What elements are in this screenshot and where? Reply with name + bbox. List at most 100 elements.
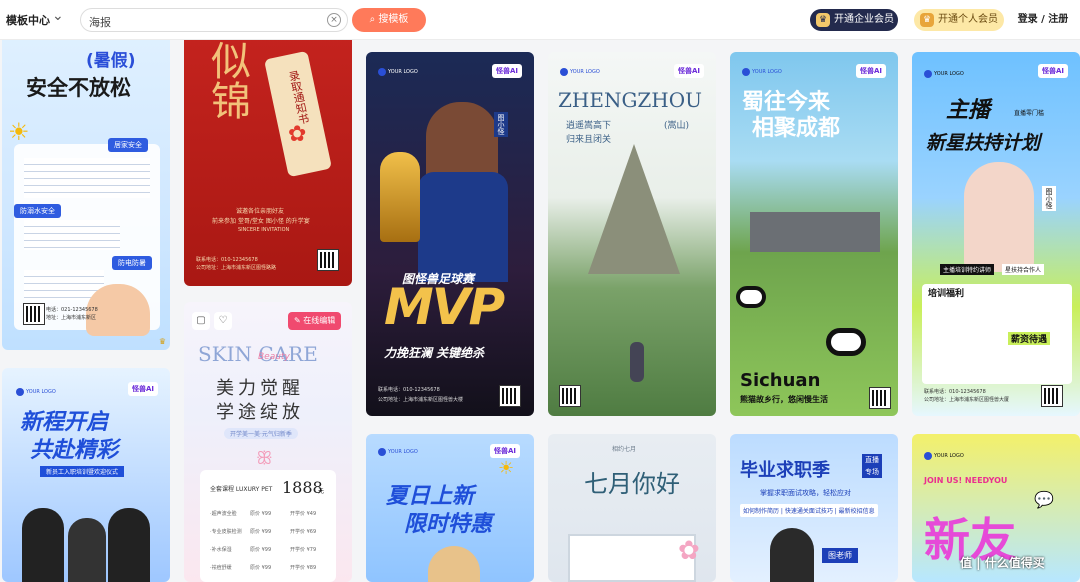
price-item-value: 开学价 ¥49 (290, 511, 317, 517)
enterprise-vip-label: 开通企业会员 (834, 14, 894, 25)
enterprise-vip-button[interactable]: ♛ 开通企业会员 (810, 9, 898, 31)
sun-icon: ☀ (8, 118, 30, 146)
template-center-menu[interactable]: 模板中心 (6, 12, 50, 28)
search-input[interactable]: 海报 (89, 14, 111, 30)
contact-line: 联系电话：010-12345678 (924, 389, 986, 395)
contact-line: 公司地址：上海市浦东新区图怪兽大楼 (378, 397, 464, 403)
section-title: 培训福利 (928, 289, 965, 299)
chat-icon: 💬 (1034, 490, 1054, 509)
brand-logo: YOUR LOGO (16, 388, 56, 396)
card-tag: 直播 (862, 454, 882, 466)
card-title: 相聚成都 (752, 116, 841, 141)
panda-illustration (736, 286, 766, 308)
template-card-mvp[interactable]: YOUR LOGO 怪兽AI 图小怪 图怪兽足球赛 MVP 力挽狂澜 关键绝杀 … (366, 52, 534, 416)
qr-code (1041, 385, 1063, 407)
card-phone: 电话：021-12345678 (46, 307, 98, 313)
course-label: 全套课程 LUXURY PET (210, 486, 273, 493)
qr-code (317, 249, 339, 271)
invite-line: 诚邀各位亲朋好友 (236, 208, 285, 215)
person-illustration (108, 508, 150, 582)
price-item-name: ·祛痘舒缓 (210, 565, 232, 571)
card-title: 似锦 (204, 40, 250, 120)
brand-logo: YOUR LOGO (378, 68, 418, 76)
qr-code (559, 385, 581, 407)
login-register-button[interactable]: 登录 / 注册 (1010, 9, 1076, 31)
price-item-value: 开学价 ¥79 (290, 547, 317, 553)
watermark: 值 | 什么值得买 (960, 556, 1045, 570)
benefit-tag: 主播培训特约讲师 (940, 264, 995, 275)
card-tag: 居家安全 (108, 138, 148, 152)
price-item-name: ·超声波全脸 (210, 511, 237, 517)
card-address: 地址：上海市浦东新区 (46, 315, 97, 321)
card-title-cn: 美力觉醒 (216, 378, 304, 399)
price-item-value: 开学价 ¥89 (290, 565, 317, 571)
price-item-value: 原价 ¥99 (250, 565, 272, 571)
mountain-label: (嵩山) (664, 121, 690, 131)
card-tag: 专场 (862, 466, 882, 478)
template-card-zhengzhou[interactable]: YOUR LOGO 怪兽AI ZHENGZHOU 逍遥嵩高下 归来且闭关 (嵩山… (548, 52, 716, 416)
card-title: MVP (384, 278, 505, 336)
card-title: 主播 (946, 98, 991, 123)
heart-icon[interactable]: ♡ (214, 312, 232, 330)
card-title-cn: 学途绽放 (216, 402, 304, 423)
jersey-illustration (418, 172, 508, 282)
brand-logo: YOUR LOGO (924, 70, 964, 78)
card-tag: 直播零门槛 (1014, 110, 1045, 117)
brand-logo: YOUR LOGO (560, 68, 600, 76)
card-title-en: Sichuan (740, 370, 821, 391)
brand-logo: YOUR LOGO (924, 452, 964, 460)
crown-icon: ♛ (816, 13, 830, 27)
template-card-summer-safety[interactable]: (暑假) 安全不放松 ☀ 居家安全 防溺水安全 防电防暑 电话：021-1234… (2, 34, 170, 350)
contact-line: 公司地址：上海市浦东新区图怪路路 (196, 265, 277, 271)
contact-line: 公司地址：上海市浦东新区图怪兽大厦 (924, 397, 1010, 403)
price-item-name: ·补水保湿 (210, 547, 232, 553)
poem-line: 逍遥嵩高下 (566, 121, 612, 131)
template-card-chengdu[interactable]: YOUR LOGO 怪兽AI 蜀往今来 相聚成都 Sichuan 熊猫故乡行，悠… (730, 52, 898, 416)
template-card-anchor[interactable]: YOUR LOGO 怪兽AI 主播 直播零门槛 新星扶持计划 图小怪 主播培训特… (912, 52, 1080, 416)
card-title: 共赴精彩 (30, 438, 119, 463)
person-illustration (770, 528, 814, 582)
template-card-summer-sale[interactable]: YOUR LOGO 怪兽AI ☀ 夏日上新 限时特惠 (366, 434, 534, 582)
qr-code (23, 303, 45, 325)
price-item-name: ·专业皮肤检测 (210, 529, 242, 535)
template-card-new-journey[interactable]: YOUR LOGO 怪兽AI 新程开启 共赴精彩 新员工入职培训暨欢迎仪式 (2, 368, 170, 582)
top-bar: 模板中心 ⌄ 海报 × ⌕ 搜模板 ♛ 开通企业会员 ♛ 开通个人会员 登录 /… (0, 0, 1080, 40)
personal-vip-button[interactable]: ♛ 开通个人会员 (914, 9, 1004, 31)
name-tag: 图小怪 (1042, 186, 1056, 211)
clear-icon[interactable]: × (327, 13, 341, 27)
brand-logo: YOUR LOGO (742, 68, 782, 76)
search-button[interactable]: ⌕ 搜模板 (352, 8, 426, 32)
card-list: 如何制作简历 | 快速通关面试技巧 | 最新校招信息 (740, 504, 878, 517)
flower-icon: ✿ (678, 536, 700, 566)
card-title: ZHENGZHOU (558, 88, 703, 112)
edit-online-button[interactable]: ✎ 在线编辑 (288, 312, 342, 330)
promo-tag: 开学美一美·元气归新季 (224, 428, 298, 439)
card-tag: 防电防暑 (112, 256, 152, 270)
card-title: 毕业求职季 (740, 460, 830, 481)
invite-line: 前来参加 堂哥/堂女 图小怪 的升学宴 (212, 218, 310, 225)
card-title: 安全不放松 (26, 76, 131, 100)
template-card-admission[interactable]: 似锦 录取通知书 ✿ 诚邀各位亲朋好友 前来参加 堂哥/堂女 图小怪 的升学宴 … (184, 34, 352, 286)
search-box[interactable]: 海报 × (80, 8, 348, 32)
panda-illustration (826, 328, 866, 356)
hiker-illustration (630, 342, 644, 382)
name-tag: 图小怪 (494, 112, 508, 137)
card-tag: 防溺水安全 (14, 204, 61, 218)
template-card-graduate[interactable]: 毕业求职季 直播 专场 掌握求职面试攻略，轻松应对 如何制作简历 | 快速通关面… (730, 434, 898, 582)
chevron-down-icon[interactable]: ⌄ (52, 8, 64, 24)
bow-icon: ꕥ (256, 448, 273, 469)
contact-line: 联系电话：010-12345678 (196, 257, 258, 263)
message-icon[interactable]: ▢ (192, 312, 210, 330)
template-card-skincare[interactable]: ▢ ♡ ✎ 在线编辑 SKIN CARE Beauty 美力觉醒 学途绽放 开学… (184, 302, 352, 582)
template-card-july[interactable]: 相约七月 七月你好 ✿ (548, 434, 716, 582)
crown-icon: ♛ (158, 337, 166, 346)
trophy-illustration (380, 152, 420, 242)
anchor-illustration (964, 162, 1034, 272)
price-item-value: 原价 ¥99 (250, 511, 272, 517)
section-title: 薪资待遇 (1008, 332, 1051, 345)
photo-frame (568, 534, 696, 582)
card-badge: (暑假) (86, 51, 136, 71)
ai-badge: 怪兽AI (674, 64, 705, 78)
invite-line: SINCERE INVITATION (238, 227, 290, 233)
card-title: 新星扶持计划 (926, 132, 1041, 154)
